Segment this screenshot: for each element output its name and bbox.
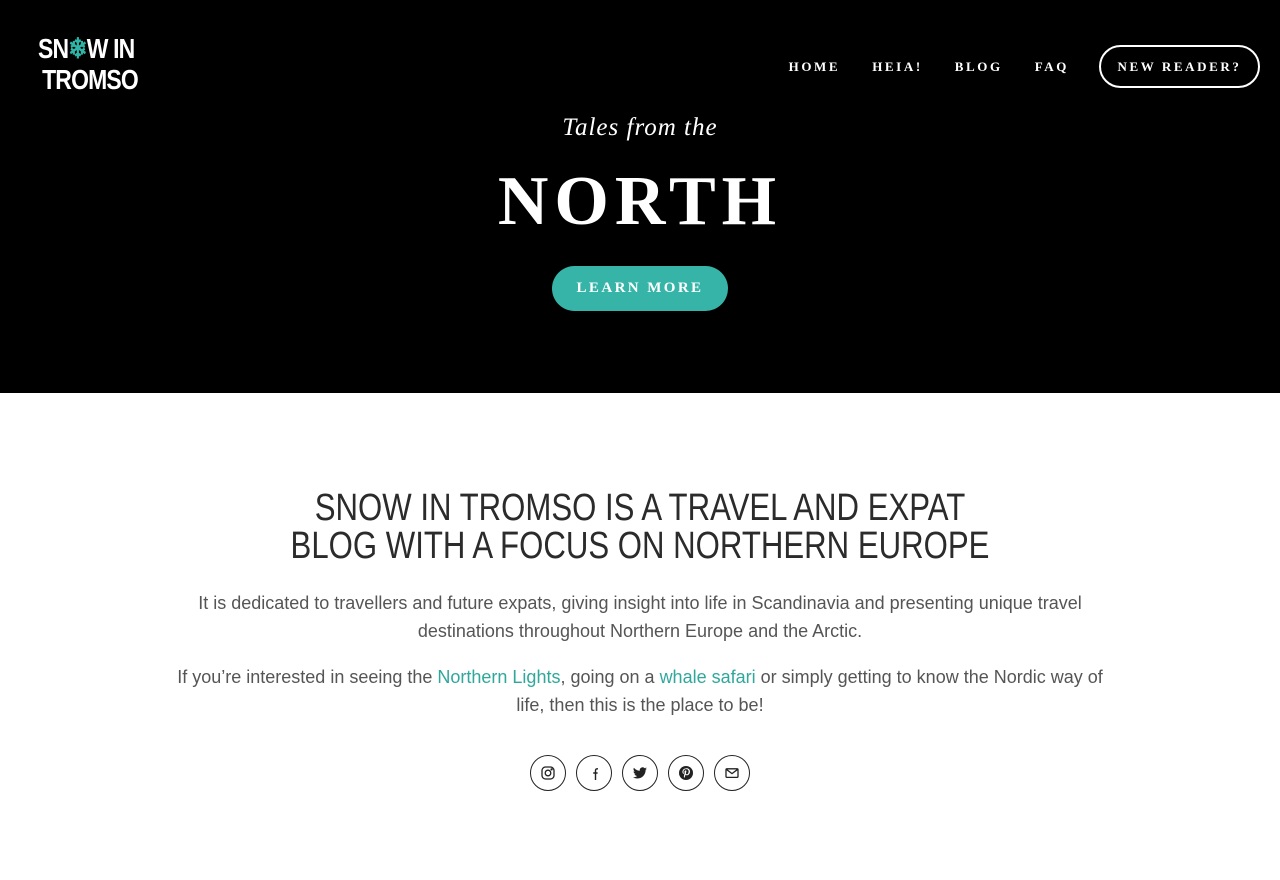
hero-headline: NORTH xyxy=(497,163,783,240)
about-paragraph-2: If you’re interested in seeing the North… xyxy=(170,663,1110,719)
facebook-button[interactable] xyxy=(576,755,612,791)
hero-tagline: Tales from the xyxy=(562,114,718,141)
new-reader-button[interactable]: NEW READER? xyxy=(1099,45,1260,88)
about-section: SNOW IN TROMSO IS A TRAVEL AND EXPAT BLO… xyxy=(0,489,1280,791)
snowflake-icon: ❄ xyxy=(68,33,87,64)
paragraph-text: , going on a xyxy=(560,667,660,687)
hero-section: SN❄W IN TROMSO HOME HEIA! BLOG FAQ NEW R… xyxy=(0,0,1280,393)
pinterest-icon xyxy=(679,766,693,780)
about-title: SNOW IN TROMSO IS A TRAVEL AND EXPAT BLO… xyxy=(290,487,990,567)
twitter-button[interactable] xyxy=(622,755,658,791)
facebook-icon xyxy=(593,768,598,780)
email-button[interactable] xyxy=(714,755,750,791)
instagram-button[interactable] xyxy=(530,755,566,791)
northern-lights-link[interactable]: Northern Lights xyxy=(437,667,560,687)
nav-heia[interactable]: HEIA! xyxy=(872,59,923,75)
logo-text-a: SN xyxy=(38,33,69,64)
logo-text-b: W IN xyxy=(86,33,136,64)
main-nav: HOME HEIA! BLOG FAQ NEW READER? xyxy=(789,45,1260,88)
instagram-icon xyxy=(541,766,555,780)
whale-safari-link[interactable]: whale safari xyxy=(660,667,756,687)
nav-faq[interactable]: FAQ xyxy=(1035,59,1069,75)
social-links xyxy=(0,755,1280,791)
pinterest-button[interactable] xyxy=(668,755,704,791)
email-icon xyxy=(725,768,739,779)
paragraph-text: If you’re interested in seeing the xyxy=(177,667,438,687)
site-logo[interactable]: SN❄W IN TROMSO xyxy=(38,33,139,95)
nav-blog[interactable]: BLOG xyxy=(955,59,1003,75)
about-paragraph-1: It is dedicated to travellers and future… xyxy=(198,593,1082,641)
twitter-icon xyxy=(633,767,647,779)
learn-more-button[interactable]: LEARN MORE xyxy=(552,266,728,311)
logo-text-line2: TROMSO xyxy=(42,64,139,95)
nav-home[interactable]: HOME xyxy=(789,59,841,75)
